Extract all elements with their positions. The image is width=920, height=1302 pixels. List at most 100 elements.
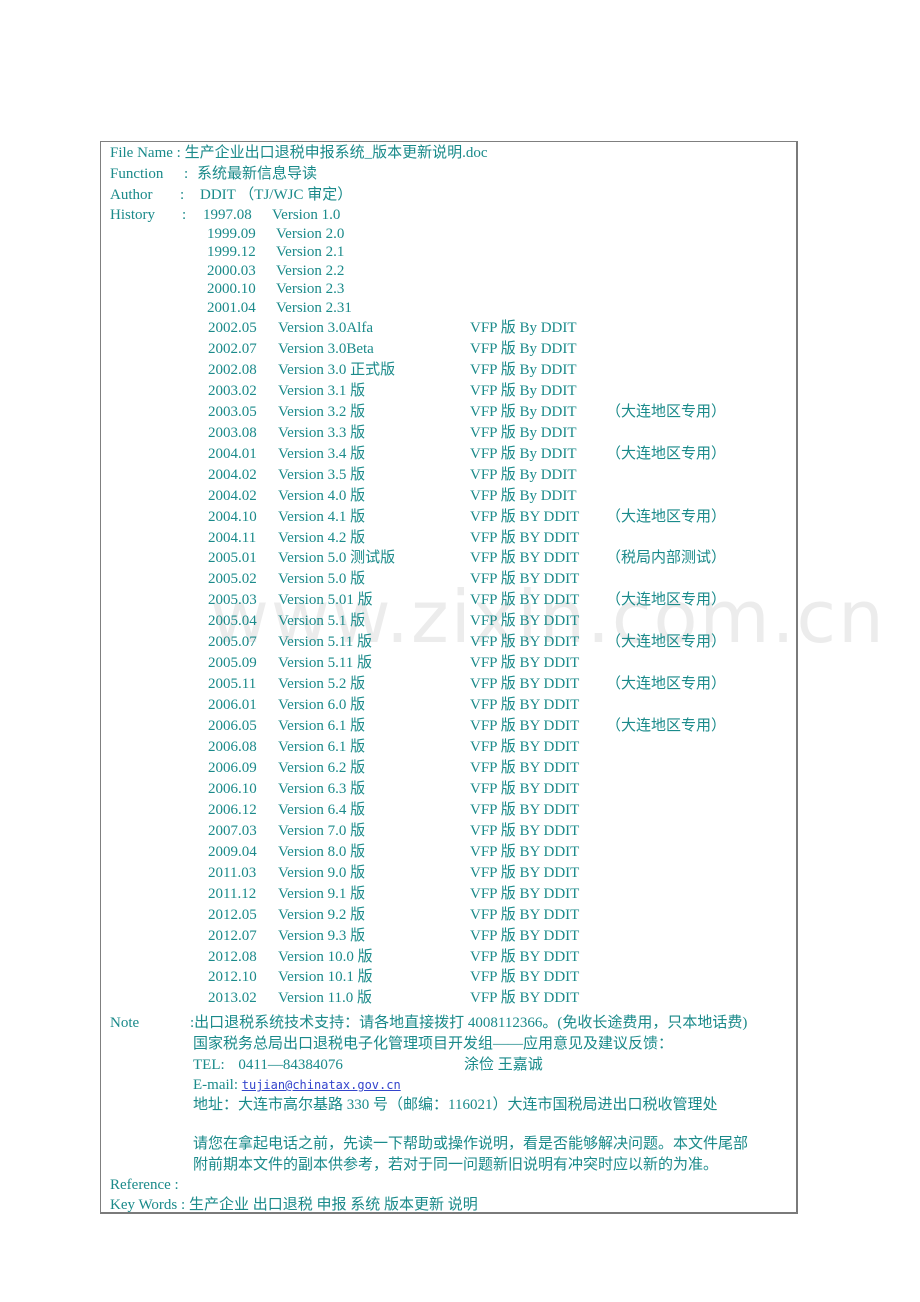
- history-version: Version 6.0 版: [278, 697, 366, 714]
- history-version: Version 8.0 版: [278, 843, 366, 860]
- history-date: 2003.02: [208, 382, 257, 399]
- history-by: VFP 版 BY DDIT: [470, 864, 580, 881]
- address: 地址：大连市高尔基路 330 号（邮编：116021）大连市国税局进出口税收管理…: [193, 1097, 718, 1113]
- history-by: VFP 版 BY DDIT: [470, 571, 580, 588]
- file-name-row: File Name : 生产企业出口退税申报系统_版本更新说明.doc: [110, 144, 488, 162]
- history-date: 2000.10: [207, 281, 256, 298]
- history-by: VFP 版 BY DDIT: [470, 655, 580, 672]
- history-date: 2006.05: [208, 718, 257, 735]
- history-date: 2005.03: [208, 592, 257, 609]
- history-date: 2004.01: [208, 445, 257, 462]
- history-version: Version 9.0 版: [278, 864, 366, 881]
- history-by: VFP 版 BY DDIT: [470, 676, 580, 693]
- history-note: （税局内部测试）: [606, 550, 727, 567]
- history-date: 2012.10: [208, 969, 257, 986]
- history-by: VFP 版 By DDIT: [470, 466, 577, 483]
- history-version: Version 6.2 版: [278, 759, 366, 776]
- history-date: 2006.12: [208, 801, 257, 818]
- history-version: Version 9.2 版: [278, 906, 366, 923]
- author-value: DDIT （TJ/WJC 审定）: [200, 187, 353, 203]
- history-version: Version 5.2 版: [278, 676, 366, 693]
- history-version: Version 4.0 版: [278, 487, 366, 504]
- history-by: VFP 版 BY DDIT: [470, 990, 580, 1007]
- history-by: VFP 版 BY DDIT: [470, 780, 580, 797]
- history-by: VFP 版 By DDIT: [470, 403, 577, 420]
- file-name-value: 生产企业出口退税申报系统_版本更新说明.doc: [184, 145, 488, 161]
- history-label: History: [110, 207, 155, 223]
- history-date: 2005.04: [208, 613, 257, 630]
- note-tel-row: TEL: 0411—84384076: [193, 1056, 343, 1074]
- history-date: 2011.12: [208, 885, 257, 902]
- history-version: Version 6.4 版: [278, 801, 366, 818]
- history-version: Version 1.0: [272, 207, 341, 223]
- keywords-row: Key Words : 生产企业 出口退税 申报 系统 版本更新 说明: [110, 1196, 478, 1214]
- reference-label: Reference :: [110, 1177, 179, 1193]
- history-date: 2012.05: [208, 906, 257, 923]
- history-by: VFP 版 BY DDIT: [470, 822, 580, 839]
- history-by: VFP 版 BY DDIT: [470, 739, 580, 755]
- history-by: VFP 版 BY DDIT: [470, 759, 580, 776]
- history-date: 2009.04: [208, 843, 257, 860]
- tel-value: 0411—84384076: [238, 1057, 343, 1073]
- history-version: Version 3.4 版: [278, 445, 366, 462]
- history-by: VFP 版 By DDIT: [470, 487, 577, 504]
- history-by: VFP 版 BY DDIT: [470, 801, 580, 818]
- history-version: Version 3.2 版: [278, 403, 366, 420]
- history-note: （大连地区专用）: [606, 676, 727, 693]
- history-date: 2005.09: [208, 655, 257, 672]
- history-version: Version 5.11 版: [278, 655, 373, 672]
- history-by: VFP 版 BY DDIT: [470, 969, 580, 986]
- history-date: 2004.02: [208, 466, 257, 483]
- history-version: Version 3.0 正式版: [278, 361, 396, 378]
- history-by: VFP 版 By DDIT: [470, 320, 577, 336]
- history-version: Version 2.31: [276, 300, 352, 316]
- history-by: VFP 版 By DDIT: [470, 424, 577, 441]
- history-date: 2002.05: [208, 320, 257, 336]
- email-label: E-mail:: [193, 1077, 238, 1093]
- note-paragraph-line-1: 请您在拿起电话之前，先读一下帮助或操作说明，看是否能够解决问题。本文件尾部: [193, 1136, 749, 1152]
- history-colon: :: [182, 207, 187, 223]
- history-date: 2002.07: [208, 340, 257, 357]
- history-version: Version 9.3 版: [278, 927, 366, 944]
- keywords-value: 生产企业 出口退税 申报 系统 版本更新 说明: [188, 1197, 478, 1213]
- history-version: Version 5.01 版: [278, 592, 373, 609]
- history-note: （大连地区专用）: [606, 718, 727, 735]
- history-version: Version 3.1 版: [278, 382, 366, 399]
- note-support-line: :出口退税系统技术支持：请各地直接拨打 4008112366。(免收长途费用，只…: [190, 1015, 748, 1031]
- history-date: 2007.03: [208, 822, 257, 839]
- history-note: （大连地区专用）: [606, 634, 727, 651]
- history-by: VFP 版 By DDIT: [470, 445, 577, 462]
- history-by: VFP 版 By DDIT: [470, 340, 577, 357]
- history-version: Version 4.1 版: [278, 508, 366, 525]
- history-by: VFP 版 BY DDIT: [470, 550, 580, 567]
- history-version: Version 2.2: [276, 262, 345, 279]
- history-version: Version 5.0 测试版: [278, 550, 396, 567]
- function-colon: :: [184, 166, 189, 182]
- history-by: VFP 版 BY DDIT: [470, 927, 580, 944]
- history-date: 2005.11: [208, 676, 257, 693]
- tel-label: TEL:: [193, 1057, 225, 1073]
- history-date: 2011.03: [208, 864, 257, 881]
- history-by: VFP 版 BY DDIT: [470, 906, 580, 923]
- history-date: 2001.04: [207, 300, 256, 316]
- history-by: VFP 版 BY DDIT: [470, 508, 580, 525]
- note-paragraph-line-2: 附前期本文件的副本供参考，若对于同一问题新旧说明有冲突时应以新的为准。: [193, 1157, 719, 1173]
- history-by: VFP 版 BY DDIT: [470, 634, 580, 651]
- history-date: 2006.01: [208, 697, 257, 714]
- history-by: VFP 版 BY DDIT: [470, 948, 580, 965]
- function-value: 系统最新信息导读: [197, 166, 318, 182]
- history-date: 2012.07: [208, 927, 257, 944]
- history-version: Version 4.2 版: [278, 529, 366, 546]
- history-date: 2004.10: [208, 508, 257, 525]
- history-by: VFP 版 BY DDIT: [470, 697, 580, 714]
- history-date: 2006.10: [208, 780, 257, 797]
- email-link[interactable]: tujian@chinatax.gov.cn: [242, 1078, 401, 1092]
- history-date: 2006.09: [208, 759, 257, 776]
- history-version: Version 2.1: [276, 244, 345, 261]
- history-version: Version 6.3 版: [278, 780, 366, 797]
- history-date: 2006.08: [208, 739, 257, 755]
- history-version: Version 2.3: [276, 281, 345, 298]
- history-date: 1999.12: [207, 244, 256, 261]
- history-date: 2013.02: [208, 990, 257, 1007]
- history-date: 1997.08: [203, 207, 252, 223]
